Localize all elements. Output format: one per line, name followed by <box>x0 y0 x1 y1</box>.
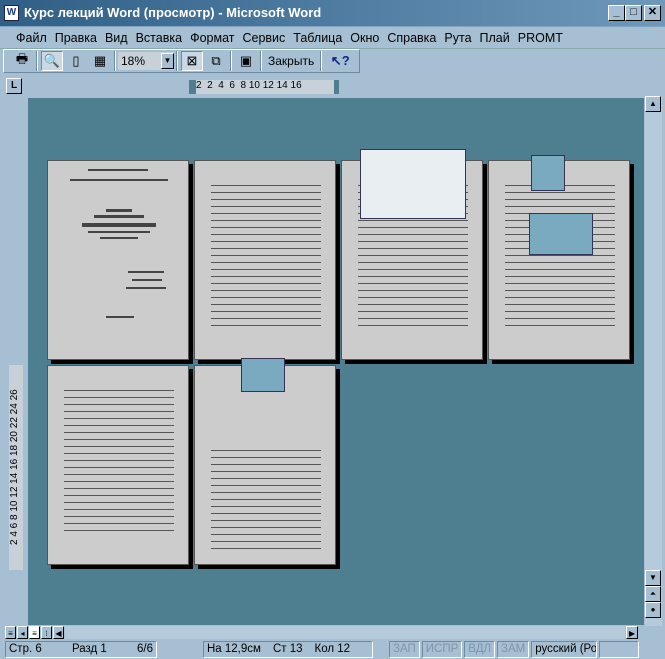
status-line: Ст 13 <box>272 643 303 655</box>
scroll-right-icon[interactable]: ▶ <box>626 626 638 639</box>
status-overtype[interactable]: ЗАМ <box>497 641 530 658</box>
preview-toolbar: 🖶 🔍 ▯ ▦ 18% ▼ ⊠ ⧉ ▣ Закрыть ↖? <box>3 49 360 73</box>
page-screenshot-image <box>241 358 285 392</box>
vertical-scrollbar[interactable]: ▲ ▼ ⏶ ● ⏷ <box>645 96 662 626</box>
separator <box>176 51 178 71</box>
separator <box>260 51 262 71</box>
preview-workspace <box>28 98 644 625</box>
zoom-select[interactable]: 18% ▼ <box>118 52 174 70</box>
menu-tools[interactable]: Сервис <box>238 31 289 45</box>
print-icon[interactable]: 🖶 <box>11 51 33 71</box>
scroll-track[interactable] <box>65 626 625 639</box>
status-extend[interactable]: ВДЛ <box>464 641 496 658</box>
status-language[interactable]: русский (Ро <box>531 641 598 658</box>
menu-table[interactable]: Таблица <box>289 31 346 45</box>
outline-view-icon[interactable]: ⁝ <box>41 626 52 639</box>
vertical-ruler[interactable]: 2 4 6 8 10 12 14 16 18 20 22 24 26 <box>9 365 23 570</box>
page-screenshot-image <box>529 213 593 255</box>
chevron-down-icon[interactable]: ▼ <box>161 53 174 69</box>
page-3[interactable] <box>341 149 483 360</box>
view-ruler-icon[interactable]: ⊠ <box>181 51 203 71</box>
status-rec[interactable]: ЗАП <box>389 641 420 658</box>
status-page: Стр. 6 <box>9 643 42 655</box>
minimize-button[interactable]: _ <box>608 5 625 21</box>
status-section: Разд 1 <box>71 643 107 655</box>
select-browse-object-icon[interactable]: ● <box>645 602 661 618</box>
horizontal-ruler-area: L 2 2 4 6 8 10 12 14 16 <box>0 75 665 97</box>
zoom-value: 18% <box>121 54 146 68</box>
page-5[interactable] <box>47 365 189 565</box>
status-pages: 6/6 <box>137 643 153 655</box>
menu-plai[interactable]: Плай <box>476 31 514 45</box>
page-6[interactable] <box>194 358 336 565</box>
title-bar: W Курс лекций Word (просмотр) - Microsof… <box>0 0 665 27</box>
maximize-button[interactable]: □ <box>625 5 642 21</box>
menu-format[interactable]: Формат <box>186 31 238 45</box>
page-2[interactable] <box>194 160 336 360</box>
web-view-icon[interactable]: ◂ <box>17 626 28 639</box>
context-help-icon[interactable]: ↖? <box>325 51 355 71</box>
status-column: Кол 12 <box>314 643 351 655</box>
menu-edit[interactable]: Правка <box>51 31 101 45</box>
horizontal-ruler[interactable]: 2 2 4 6 8 10 12 14 16 <box>196 80 334 94</box>
one-page-icon[interactable]: ▯ <box>65 51 87 71</box>
close-preview-button[interactable]: Закрыть <box>264 54 318 68</box>
page-screenshot-image <box>360 149 466 219</box>
scroll-left-icon[interactable]: ◀ <box>53 626 64 639</box>
separator <box>230 51 232 71</box>
menu-insert[interactable]: Вставка <box>132 31 186 45</box>
page-1[interactable] <box>47 160 189 360</box>
status-position: На 12,9см <box>207 643 261 655</box>
menu-view[interactable]: Вид <box>101 31 132 45</box>
print-layout-icon[interactable]: ≡ <box>29 626 40 639</box>
normal-view-icon[interactable]: ≡ <box>5 626 16 639</box>
menu-promt[interactable]: PROMT <box>514 31 567 45</box>
magnifier-icon[interactable]: 🔍 <box>41 51 63 71</box>
menu-ruta[interactable]: Рута <box>440 31 475 45</box>
menu-window[interactable]: Окно <box>346 31 383 45</box>
tab-stop-selector[interactable]: L <box>6 78 22 94</box>
horizontal-scrollbar[interactable]: ≡ ◂ ≡ ⁝ ◀ ▶ <box>0 626 665 640</box>
menu-file[interactable]: Файл <box>12 31 51 45</box>
scroll-down-icon[interactable]: ▼ <box>645 570 661 586</box>
page-4[interactable] <box>488 155 630 360</box>
window-title: Курс лекций Word (просмотр) - Microsoft … <box>24 5 322 20</box>
status-bar: Стр. 6 Разд 1 6/6 На 12,9см Ст 13 Кол 12 ЗАП… <box>0 641 665 659</box>
menu-help[interactable]: Справка <box>383 31 440 45</box>
close-button[interactable]: ✕ <box>644 5 661 21</box>
separator <box>320 51 323 71</box>
scroll-up-icon[interactable]: ▲ <box>645 96 661 112</box>
previous-page-icon[interactable]: ⏶ <box>645 586 661 602</box>
multiple-pages-icon[interactable]: ▦ <box>89 51 111 71</box>
word-icon[interactable]: W <box>4 5 19 21</box>
separator <box>114 51 116 71</box>
shrink-to-fit-icon[interactable]: ⧉ <box>205 51 227 71</box>
menu-bar: Файл Правка Вид Вставка Формат Сервис Та… <box>0 27 665 49</box>
full-screen-icon[interactable]: ▣ <box>235 51 257 71</box>
status-track-changes[interactable]: ИСПР <box>421 641 463 658</box>
page-screenshot-image <box>531 155 565 191</box>
separator <box>36 51 38 71</box>
